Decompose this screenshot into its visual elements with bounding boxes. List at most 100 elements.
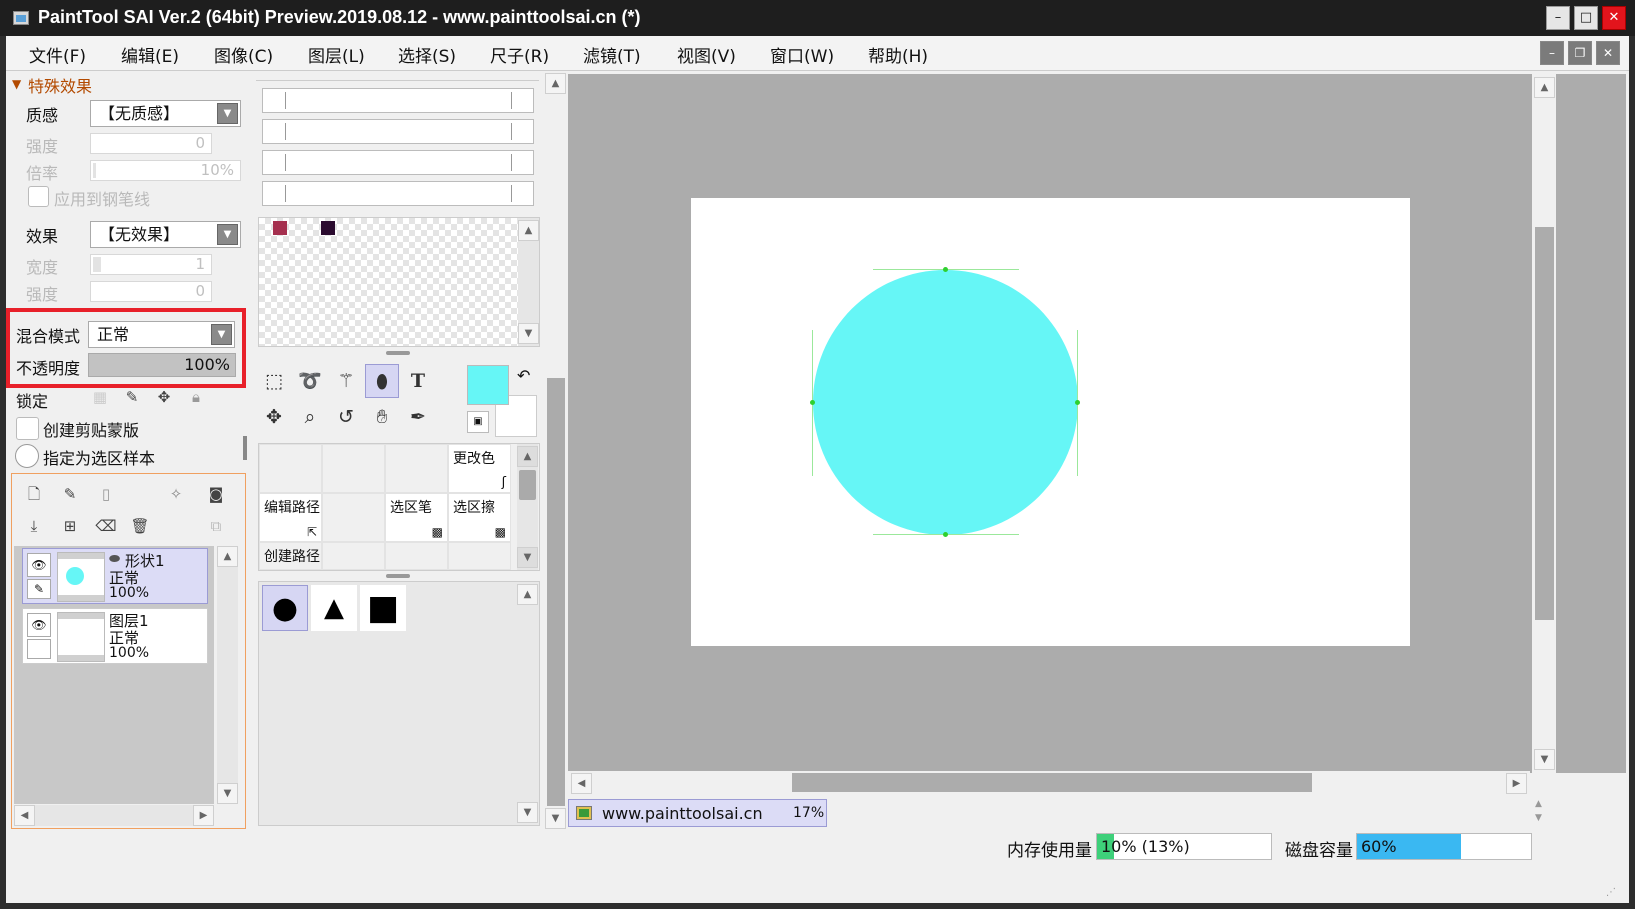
apply-pen-checkbox[interactable] — [28, 186, 49, 207]
scroll-down-icon[interactable]: ▼ — [518, 323, 539, 344]
tool-cell-empty[interactable] — [385, 444, 448, 493]
text-tool-icon[interactable]: T — [401, 364, 435, 398]
scroll-up-icon[interactable]: ▲ — [545, 73, 566, 94]
menu-edit[interactable]: 编辑(E) — [121, 42, 179, 67]
texture-dropdown[interactable]: 【无质感】 ▼ — [90, 100, 241, 127]
lock-move-icon[interactable]: ✥ — [152, 385, 176, 409]
edit-path-tool[interactable]: 编辑路径 ⇱ — [259, 493, 322, 542]
circle-shape-icon[interactable]: ● — [262, 585, 308, 631]
scroll-left-icon[interactable]: ◀ — [571, 773, 592, 794]
mask-icon[interactable]: ◙ — [204, 482, 228, 506]
effect-dropdown[interactable]: 【无效果】 ▼ — [90, 221, 241, 248]
brush-slot[interactable] — [262, 181, 534, 206]
lock-paint-icon[interactable]: ✎ — [120, 385, 144, 409]
color-swatch[interactable] — [273, 221, 287, 235]
control-point-handle[interactable] — [943, 267, 948, 272]
splitter-handle[interactable] — [386, 574, 410, 578]
cyan-circle-shape[interactable] — [813, 270, 1078, 535]
scroll-right-icon[interactable]: ▶ — [193, 805, 214, 826]
shape-tool-icon[interactable]: ⬮ — [365, 364, 399, 398]
doc-restore-button[interactable]: ❐ — [1568, 41, 1592, 65]
scroll-down-icon[interactable]: ▼ — [217, 783, 238, 804]
layer-row[interactable]: 👁︎ 图层1 正常 100% — [22, 608, 208, 664]
tool-cell-empty[interactable] — [385, 542, 448, 570]
selection-pen-tool[interactable]: 选区笔 ▩ — [385, 493, 448, 542]
width-field[interactable]: 1 — [90, 254, 212, 275]
scroll-down-icon[interactable]: ▼ — [1535, 813, 1542, 823]
scroll-up-icon[interactable]: ▲ — [517, 584, 538, 605]
menu-window[interactable]: 窗口(W) — [770, 42, 834, 67]
brush-slot[interactable] — [262, 119, 534, 144]
magic-wand-icon[interactable]: ⚚ — [329, 364, 363, 398]
control-point-handle[interactable] — [943, 532, 948, 537]
scroll-left-icon[interactable]: ◀ — [14, 805, 35, 826]
doc-minimize-button[interactable]: – — [1540, 41, 1564, 65]
canvas-hscrollbar[interactable]: ◀ ▶ — [568, 771, 1530, 795]
zoom-icon[interactable]: ⌕ — [293, 400, 327, 434]
menu-select[interactable]: 选择(S) — [398, 42, 456, 67]
menu-help[interactable]: 帮助(H) — [868, 42, 928, 67]
eyedropper-icon[interactable]: ✒ — [401, 400, 435, 434]
new-linework-layer-icon[interactable]: ✎ — [58, 482, 82, 506]
pencil-icon[interactable]: ✎ — [27, 579, 51, 599]
tool-cell-empty[interactable] — [259, 444, 322, 493]
resize-grip-icon[interactable]: ⋰ — [1606, 885, 1624, 901]
shape-scrollbar[interactable]: ▲ ▼ — [517, 582, 538, 825]
trash-icon[interactable]: 🗑︎ — [128, 514, 152, 538]
scale-field[interactable]: 10% — [90, 160, 241, 181]
square-shape-icon[interactable]: ■ — [360, 585, 406, 631]
triangle-shape-icon[interactable]: ▲ — [311, 585, 357, 631]
selection-sample-checkbox[interactable] — [15, 444, 39, 468]
control-point-handle[interactable] — [810, 400, 815, 405]
tab-scroll[interactable]: ▲ ▼ — [1532, 799, 1556, 829]
effects-section-title[interactable]: 特殊效果 — [28, 73, 92, 97]
scroll-right-icon[interactable]: ▶ — [1506, 773, 1527, 794]
control-point-handle[interactable] — [1075, 400, 1080, 405]
menu-filter[interactable]: 滤镜(T) — [583, 42, 641, 67]
scroll-thumb[interactable] — [519, 470, 536, 500]
opacity-slider[interactable]: 100% — [88, 353, 236, 377]
change-color-tool[interactable]: 更改色 ʃ — [448, 444, 511, 493]
scroll-thumb[interactable] — [792, 773, 1312, 792]
swatch-scrollbar[interactable]: ▲ ▼ — [518, 218, 539, 346]
new-folder-icon[interactable]: ▯ — [94, 482, 118, 506]
new-layer-icon[interactable]: 🗋 — [22, 482, 46, 506]
lock-transparency-icon[interactable]: ▦ — [88, 385, 112, 409]
merge-down-icon[interactable]: ⤓ — [22, 514, 46, 538]
tool-cell-empty[interactable] — [448, 542, 511, 570]
minimize-button[interactable]: – — [1546, 6, 1570, 30]
visibility-eye-icon[interactable]: 👁︎ — [27, 553, 51, 577]
scroll-thumb[interactable] — [547, 378, 565, 806]
lasso-icon[interactable]: ➰ — [293, 364, 327, 398]
move-icon[interactable]: ✥ — [257, 400, 291, 434]
paint-target-box[interactable] — [27, 639, 51, 659]
menu-view[interactable]: 视图(V) — [677, 42, 736, 67]
apply-mask-icon[interactable]: ⧉ — [204, 514, 228, 538]
tool-panel-scrollbar[interactable]: ▲ ▼ — [545, 73, 567, 829]
splitter-handle[interactable] — [386, 351, 410, 355]
scroll-up-icon[interactable]: ▲ — [517, 446, 538, 467]
tool-grid-scrollbar[interactable]: ▲ ▼ — [517, 444, 538, 570]
clip-mask-checkbox[interactable] — [16, 417, 39, 440]
panel-resize-handle[interactable] — [243, 436, 247, 460]
tool-cell-empty[interactable] — [322, 493, 385, 542]
canvas-viewport[interactable] — [568, 74, 1626, 773]
scroll-up-icon[interactable]: ▲ — [1535, 799, 1542, 809]
scroll-down-icon[interactable]: ▼ — [517, 547, 538, 568]
scroll-down-icon[interactable]: ▼ — [1534, 749, 1555, 770]
strength-field[interactable]: 0 — [90, 133, 212, 154]
layer-effect-icon[interactable]: ✧ — [164, 482, 188, 506]
selection-eraser-tool[interactable]: 选区擦 ▩ — [448, 493, 511, 542]
tool-cell-empty[interactable] — [322, 444, 385, 493]
swap-colors-icon[interactable]: ↶ — [517, 366, 530, 385]
hand-icon[interactable]: ✋︎ — [365, 400, 399, 434]
color-swatch[interactable] — [321, 221, 335, 235]
brush-slot[interactable] — [262, 150, 534, 175]
maximize-button[interactable]: □ — [1574, 6, 1598, 30]
lock-all-icon[interactable]: 🔒︎ — [184, 385, 208, 409]
clear-layer-icon[interactable]: ⌫ — [94, 514, 118, 538]
scroll-down-icon[interactable]: ▼ — [545, 808, 566, 829]
collapse-triangle-icon[interactable]: ▼ — [12, 77, 21, 91]
brush-size-slot[interactable] — [262, 88, 534, 113]
blend-mode-dropdown[interactable]: 正常 ▼ — [88, 321, 235, 348]
